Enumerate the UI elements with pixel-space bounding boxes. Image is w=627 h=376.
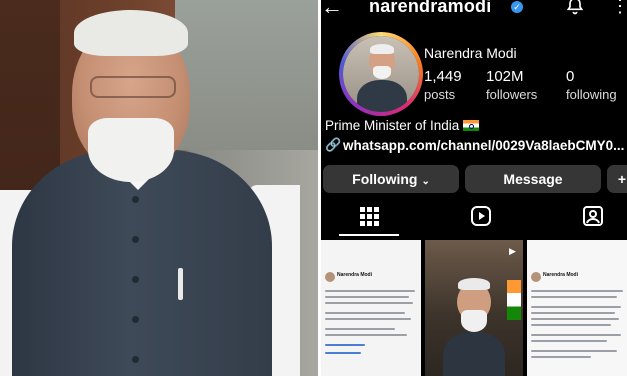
vest-button <box>132 356 139 363</box>
profile-username: narendramodi <box>369 0 492 16</box>
video-person-beard <box>461 310 487 332</box>
display-name: Narendra Modi <box>424 45 517 61</box>
text-line <box>531 296 617 298</box>
profile-link[interactable]: whatsapp.com/channel/0029Va8laebCMY0... <box>343 138 624 153</box>
back-arrow-icon[interactable]: ← <box>321 0 347 20</box>
pen <box>178 268 183 300</box>
active-tab-indicator <box>339 234 399 236</box>
text-line <box>531 356 591 358</box>
post-thumbnail[interactable]: Narendra Modi <box>527 240 627 376</box>
text-line <box>325 302 413 304</box>
following-button[interactable]: Following ⌄ <box>323 165 459 193</box>
portrait-photo <box>0 0 318 376</box>
avatar-hair <box>370 44 394 54</box>
vest-button <box>132 236 139 243</box>
post-thumbnail[interactable]: Narendra Modi <box>321 240 421 376</box>
text-line <box>325 334 407 336</box>
add-person-label: + <box>617 171 627 187</box>
screenshot-root: ← narendramodi ✓ ⋮ Narendra Modi 1,449 p… <box>0 0 627 376</box>
stat-posts[interactable]: 1,449 posts <box>424 68 462 102</box>
instagram-profile-screen: ← narendramodi ✓ ⋮ Narendra Modi 1,449 p… <box>321 0 627 376</box>
text-line <box>531 324 611 326</box>
text-line <box>325 290 415 292</box>
text-line <box>325 328 395 330</box>
top-bar: ← narendramodi ✓ ⋮ <box>321 0 627 24</box>
verified-badge-icon: ✓ <box>511 1 523 13</box>
avatar-beard <box>373 66 391 79</box>
post-avatar <box>531 272 541 282</box>
vest-button <box>132 196 139 203</box>
text-line <box>531 350 617 352</box>
post-author: Narendra Modi <box>543 272 579 278</box>
bio-text: Prime Minister of India <box>325 118 460 133</box>
hashtag-line <box>325 344 365 346</box>
video-person-hair <box>458 278 490 290</box>
text-line <box>325 312 405 314</box>
add-person-button[interactable]: + <box>607 165 627 193</box>
stat-following[interactable]: 0 following <box>566 68 617 102</box>
tagged-icon[interactable] <box>581 204 605 228</box>
text-line <box>531 312 615 314</box>
stat-value: 0 <box>566 68 575 85</box>
stat-label: followers <box>486 87 538 102</box>
following-button-label: Following <box>352 171 418 187</box>
link-icon: 🔗 <box>325 137 342 152</box>
wall-background <box>175 0 318 150</box>
india-flag-icon <box>463 120 480 131</box>
stat-label: posts <box>424 87 456 102</box>
stat-value: 1,449 <box>424 68 462 85</box>
text-line <box>531 318 619 320</box>
text-line <box>531 290 623 292</box>
beard <box>88 118 174 182</box>
message-button[interactable]: Message <box>465 165 601 193</box>
vest-button <box>132 276 139 283</box>
profile-tabs <box>321 200 627 236</box>
more-vertical-icon[interactable]: ⋮ <box>611 0 627 17</box>
vest-button <box>132 316 139 323</box>
hair <box>74 10 188 56</box>
text-line <box>531 334 621 336</box>
text-line <box>325 318 411 320</box>
reels-icon: ▶ <box>509 246 516 256</box>
india-flag-icon <box>507 280 521 320</box>
posts-grid: Narendra Modi ▶ Narendra Modi <box>321 240 627 376</box>
bio: Prime Minister of India <box>325 118 480 133</box>
avatar <box>343 36 419 112</box>
text-line <box>325 296 409 298</box>
message-button-label: Message <box>503 171 563 187</box>
reels-icon[interactable] <box>469 204 493 228</box>
bell-icon[interactable] <box>565 0 585 16</box>
stat-label: following <box>566 87 617 102</box>
post-thumbnail-video[interactable]: ▶ <box>425 240 523 376</box>
hashtag-line <box>325 352 361 354</box>
glasses <box>90 76 176 98</box>
text-line <box>531 306 621 308</box>
post-avatar <box>325 272 335 282</box>
text-line <box>531 340 607 342</box>
stat-value: 102M <box>486 68 524 85</box>
video-person-body <box>443 332 505 376</box>
story-ring[interactable] <box>339 32 423 116</box>
avatar-body <box>357 80 407 112</box>
post-author: Narendra Modi <box>337 272 373 278</box>
stat-followers[interactable]: 102M followers <box>486 68 537 102</box>
chevron-down-icon: ⌄ <box>421 176 430 187</box>
grid-icon[interactable] <box>357 204 381 228</box>
